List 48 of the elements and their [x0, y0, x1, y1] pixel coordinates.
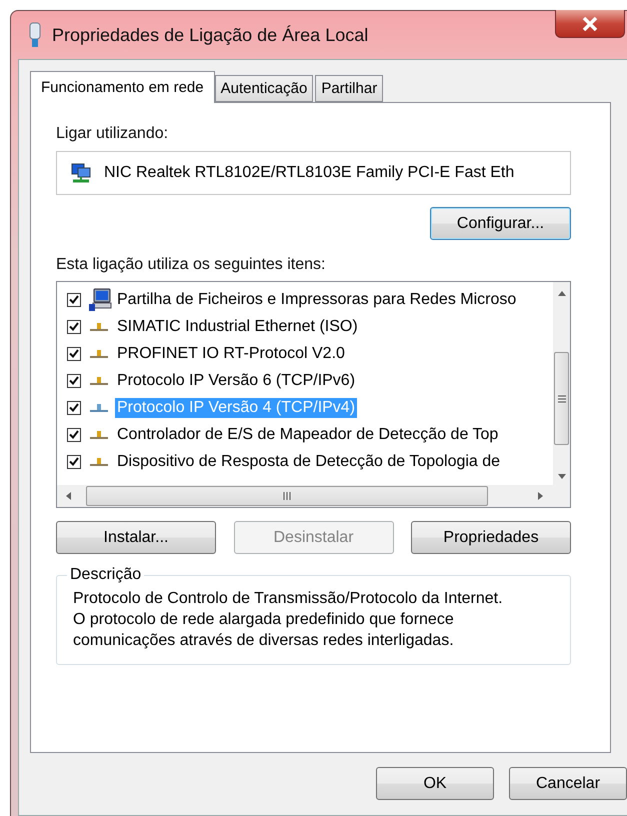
- list-item[interactable]: Dispositivo de Resposta de Detecção de Topologia de: [115, 452, 502, 472]
- checkbox[interactable]: [67, 346, 81, 360]
- network-protocol-icon: [89, 376, 109, 386]
- configure-button[interactable]: Configurar...: [430, 207, 571, 240]
- close-icon: [582, 16, 598, 30]
- list-item[interactable]: Controlador de E/S de Mapeador de Detecção de Top: [115, 424, 500, 444]
- window-title: Propriedades de Ligação de Área Local: [52, 24, 368, 46]
- dialog-button[interactable]: Cancelar: [509, 767, 627, 800]
- adapter-name: NIC Realtek RTL8102E/RTL8103E Family PCI-E Fast Eth: [104, 164, 514, 182]
- list-item[interactable]: PROFINET IO RT-Protocol V2.0: [115, 344, 347, 364]
- scroll-left-icon[interactable]: [65, 492, 73, 500]
- description-text: Protocolo de Controlo de Transmissão/Protocolo da Internet. O protocolo de rede alargada predefinido que fornece comunicações através de diversas redes interligadas.: [73, 589, 504, 651]
- network-protocol-icon: [89, 322, 109, 332]
- checkbox[interactable]: [67, 428, 81, 442]
- vertical-scrollbar[interactable]: [553, 282, 570, 485]
- tab[interactable]: Partilhar: [315, 75, 384, 102]
- checkbox[interactable]: [67, 292, 81, 306]
- network-protocol-icon: [89, 456, 109, 466]
- horizontal-scrollbar[interactable]: [57, 485, 553, 507]
- tab[interactable]: Funcionamento em rede: [30, 71, 215, 103]
- list-item[interactable]: SIMATIC Industrial Ethernet (ISO): [115, 316, 360, 336]
- scroll-thumb[interactable]: [86, 486, 488, 506]
- close-button[interactable]: [555, 10, 625, 38]
- list-item[interactable]: Partilha de Ficheiros e Impressoras para Redes Microso: [115, 290, 518, 310]
- scroll-up-icon[interactable]: [558, 290, 566, 298]
- network-adapter-icon: [70, 162, 92, 184]
- scroll-right-icon[interactable]: [537, 492, 545, 500]
- items-label: Esta ligação utiliza os seguintes itens:: [56, 256, 326, 274]
- dialog-button[interactable]: OK: [376, 767, 494, 800]
- connect-using-label: Ligar utilizando:: [56, 125, 170, 143]
- tab[interactable]: Autenticação: [214, 75, 314, 102]
- item-action-button[interactable]: Propriedades: [411, 521, 571, 554]
- list-item[interactable]: Protocolo IP Versão 6 (TCP/IPv6): [115, 370, 358, 390]
- checkbox[interactable]: [67, 400, 81, 414]
- checkbox[interactable]: [67, 454, 81, 468]
- network-protocol-icon: [89, 430, 109, 440]
- checkbox[interactable]: [67, 374, 81, 388]
- checkbox[interactable]: [67, 320, 81, 334]
- plug-icon: [28, 22, 42, 48]
- network-protocol-icon: [89, 348, 109, 358]
- computer-icon: [89, 288, 113, 312]
- item-action-button[interactable]: Instalar...: [56, 521, 216, 554]
- network-protocol-icon: [89, 402, 109, 412]
- scroll-thumb[interactable]: [554, 352, 569, 445]
- grip-icon: [558, 394, 566, 402]
- scroll-down-icon[interactable]: [558, 473, 566, 481]
- grip-icon: [283, 492, 291, 500]
- description-legend: Descrição: [67, 566, 144, 584]
